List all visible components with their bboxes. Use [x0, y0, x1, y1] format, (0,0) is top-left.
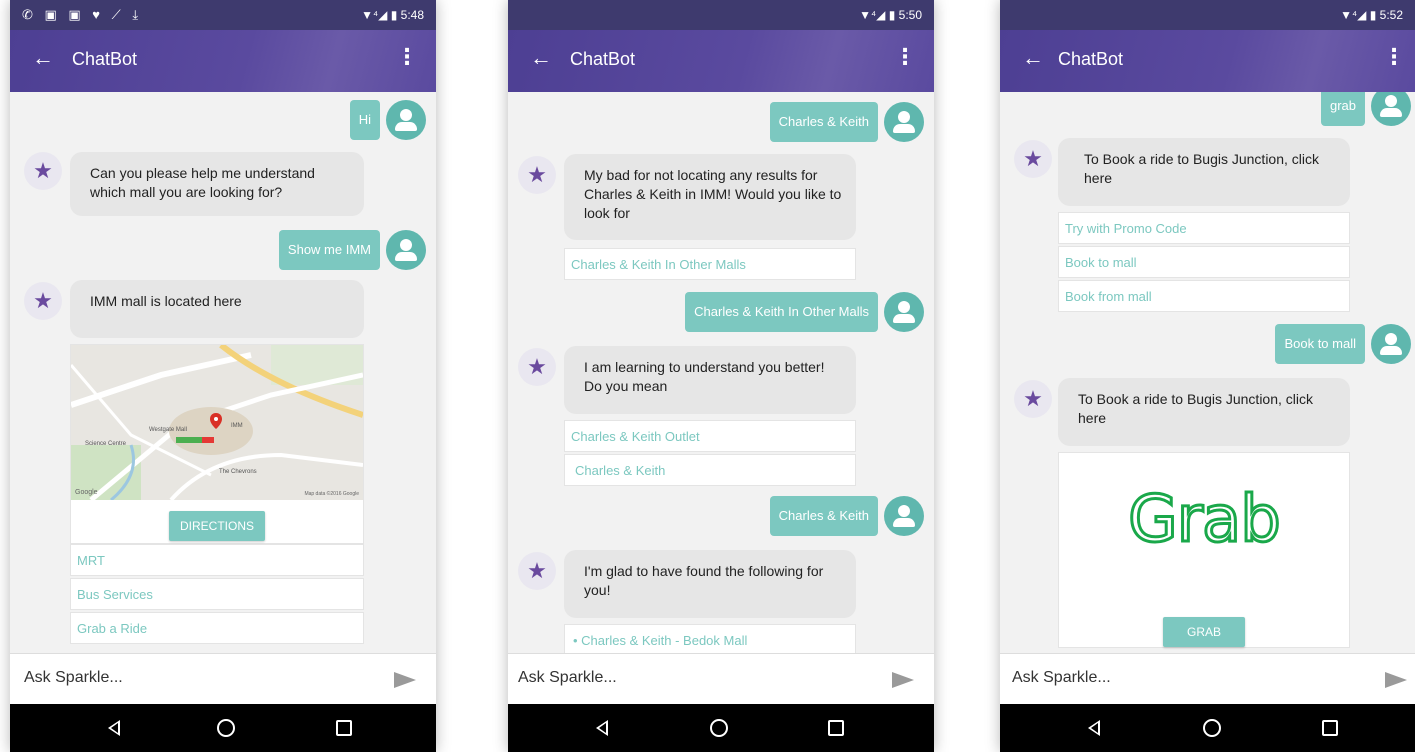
- google-logo: Google: [75, 489, 98, 496]
- app-bar: ← ChatBot ⋮: [508, 30, 934, 92]
- notification-icons: ✆ ▣ ▣ ♥ ⟋ ⤓: [22, 7, 143, 22]
- user-avatar-icon: [386, 100, 426, 140]
- directions-button[interactable]: DIRECTIONS: [169, 511, 265, 541]
- status-bar: ▼⁴◢ ▮ 5:52: [1000, 0, 1415, 30]
- more-options-icon[interactable]: ⋮: [1383, 46, 1405, 68]
- user-avatar-icon: [884, 102, 924, 142]
- bot-message: Can you please help me understand which …: [70, 152, 364, 216]
- bot-avatar-icon: ★: [518, 348, 556, 386]
- map-label: Westgate Mall: [149, 427, 187, 433]
- message-input[interactable]: Ask Sparkle...: [24, 669, 123, 687]
- bot-message: IMM mall is located here: [70, 280, 364, 338]
- location-map[interactable]: Westgate Mall IMM Science Centre The Che…: [71, 345, 363, 500]
- user-message: Hi: [349, 100, 380, 140]
- bot-avatar-icon: ★: [518, 156, 556, 194]
- bot-message: I'm glad to have found the following for…: [564, 550, 856, 618]
- nav-recents-icon[interactable]: [336, 720, 352, 736]
- result-item[interactable]: • Charles & Keith - Bedok Mall: [564, 624, 856, 654]
- phone-screen-1: ✆ ▣ ▣ ♥ ⟋ ⤓ ▼⁴◢ ▮ 5:48 ← ChatBot ⋮ Hi ★ …: [10, 0, 436, 752]
- user-avatar-icon: [1371, 92, 1411, 126]
- nav-home-icon[interactable]: [217, 719, 235, 737]
- user-message: Charles & Keith: [769, 496, 878, 536]
- user-avatar-icon: [884, 292, 924, 332]
- grab-logo: Grab: [1127, 482, 1283, 559]
- message-input-bar: Ask Sparkle...: [10, 653, 436, 704]
- nav-back-icon[interactable]: [1088, 720, 1100, 736]
- bot-avatar-icon: ★: [1014, 380, 1052, 418]
- nav-home-icon[interactable]: [710, 719, 728, 737]
- quick-reply-promo-code[interactable]: Try with Promo Code: [1058, 212, 1350, 244]
- more-options-icon[interactable]: ⋮: [396, 46, 418, 68]
- status-bar: ▼⁴◢ ▮ 5:50: [508, 0, 934, 30]
- chat-area[interactable]: grab ★ To Book a ride to Bugis Junction,…: [1000, 92, 1415, 654]
- message-input-bar: Ask Sparkle...: [1000, 653, 1415, 704]
- app-title: ChatBot: [72, 49, 138, 69]
- user-avatar-icon: [386, 230, 426, 270]
- quick-reply-option[interactable]: Charles & Keith In Other Malls: [564, 248, 856, 280]
- status-clock: ▼⁴◢ ▮ 5:50: [859, 8, 922, 22]
- user-message: Book to mall: [1275, 324, 1365, 364]
- map-card: Westgate Mall IMM Science Centre The Che…: [70, 344, 364, 544]
- back-arrow-icon[interactable]: ←: [1022, 47, 1044, 69]
- quick-reply-option[interactable]: Charles & Keith: [564, 454, 856, 486]
- bot-message: My bad for not locating any results for …: [564, 154, 856, 240]
- quick-reply-option[interactable]: Charles & Keith Outlet: [564, 420, 856, 452]
- more-options-icon[interactable]: ⋮: [894, 46, 916, 68]
- system-nav-bar: [1000, 704, 1415, 752]
- message-input[interactable]: Ask Sparkle...: [1012, 669, 1111, 687]
- status-clock: ▼⁴◢ ▮ 5:48: [361, 8, 424, 22]
- user-message: grab: [1320, 92, 1365, 126]
- map-label: The Chevrons: [219, 469, 257, 475]
- system-nav-bar: [508, 704, 934, 752]
- back-arrow-icon[interactable]: ←: [530, 47, 552, 69]
- user-message: Charles & Keith: [769, 102, 878, 142]
- message-input-bar: Ask Sparkle...: [508, 653, 934, 704]
- user-avatar-icon: [1371, 324, 1411, 364]
- chat-area[interactable]: Hi ★ Can you please help me understand w…: [10, 92, 436, 654]
- bot-avatar-icon: ★: [518, 552, 556, 590]
- send-icon[interactable]: [892, 672, 914, 688]
- map-label: Science Centre: [85, 441, 127, 447]
- map-label: IMM: [231, 423, 243, 429]
- quick-reply-book-from-mall[interactable]: Book from mall: [1058, 280, 1350, 312]
- send-icon[interactable]: [394, 672, 416, 688]
- nav-recents-icon[interactable]: [828, 720, 844, 736]
- bot-message: To Book a ride to Bugis Junction, click …: [1058, 138, 1350, 206]
- message-input[interactable]: Ask Sparkle...: [518, 669, 617, 687]
- quick-reply-bus-services[interactable]: Bus Services: [70, 578, 364, 610]
- nav-back-icon[interactable]: [108, 720, 120, 736]
- grab-card: Grab GRAB: [1058, 452, 1350, 648]
- app-bar: ← ChatBot ⋮: [10, 30, 436, 92]
- app-title: ChatBot: [1058, 49, 1124, 69]
- bot-avatar-icon: ★: [1014, 140, 1052, 178]
- nav-back-icon[interactable]: [596, 720, 608, 736]
- bot-avatar-icon: ★: [24, 282, 62, 320]
- quick-reply-grab-a-ride[interactable]: Grab a Ride: [70, 612, 364, 644]
- back-arrow-icon[interactable]: ←: [32, 47, 54, 69]
- nav-home-icon[interactable]: [1203, 719, 1221, 737]
- bot-avatar-icon: ★: [24, 152, 62, 190]
- phone-screen-2: ▼⁴◢ ▮ 5:50 ← ChatBot ⋮ Charles & Keith ★…: [508, 0, 934, 752]
- chat-area[interactable]: Charles & Keith ★ My bad for not locatin…: [508, 92, 934, 654]
- user-message: Show me IMM: [278, 230, 380, 270]
- bot-message: To Book a ride to Bugis Junction, click …: [1058, 378, 1350, 446]
- send-icon[interactable]: [1385, 672, 1407, 688]
- quick-reply-mrt[interactable]: MRT: [70, 544, 364, 576]
- nav-recents-icon[interactable]: [1322, 720, 1338, 736]
- bot-message: I am learning to understand you better! …: [564, 346, 856, 414]
- app-title: ChatBot: [570, 49, 636, 69]
- status-bar: ✆ ▣ ▣ ♥ ⟋ ⤓ ▼⁴◢ ▮ 5:48: [10, 0, 436, 30]
- user-avatar-icon: [884, 496, 924, 536]
- map-attribution: Map data ©2016 Google: [304, 491, 359, 497]
- user-message: Charles & Keith In Other Malls: [685, 292, 878, 332]
- system-nav-bar: [10, 704, 436, 752]
- phone-screen-3: ▼⁴◢ ▮ 5:52 ← ChatBot ⋮ grab ★ To Book a …: [1000, 0, 1415, 752]
- status-clock: ▼⁴◢ ▮ 5:52: [1340, 8, 1403, 22]
- quick-reply-book-to-mall[interactable]: Book to mall: [1058, 246, 1350, 278]
- grab-button[interactable]: GRAB: [1163, 617, 1245, 647]
- app-bar: ← ChatBot ⋮: [1000, 30, 1415, 92]
